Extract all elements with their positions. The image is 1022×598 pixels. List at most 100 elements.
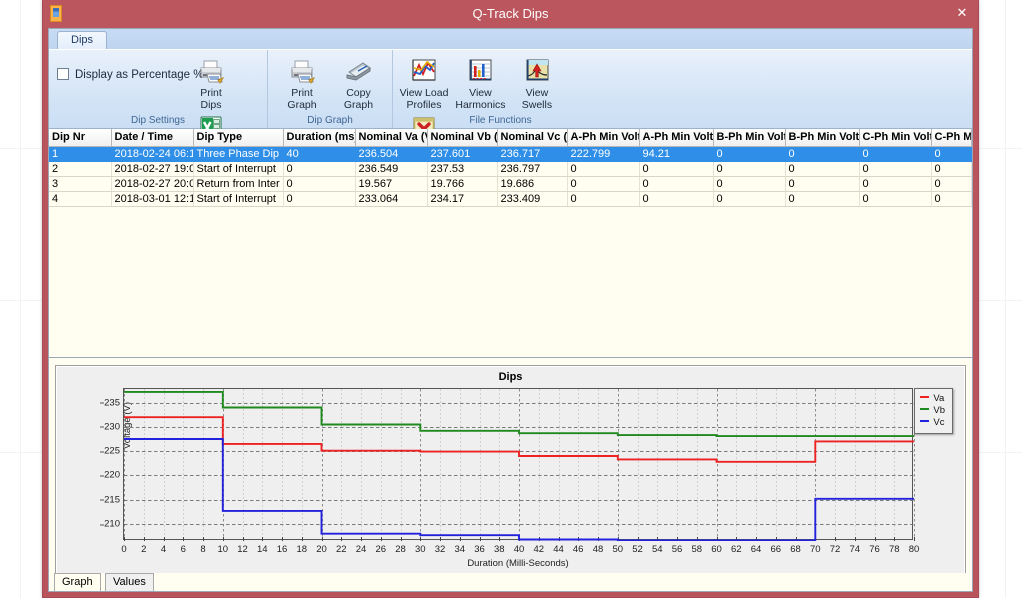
print-graph-line2: Graph — [276, 100, 328, 112]
col-nominal-va[interactable]: Nominal Va (V) — [355, 129, 427, 146]
cell: 0 — [283, 161, 355, 176]
view-load-profiles-line1: View Load — [398, 88, 450, 100]
cell: 0 — [785, 146, 859, 161]
col-date-time[interactable]: Date / Time — [111, 129, 193, 146]
legend-swatch-vb — [920, 408, 929, 410]
chart-x-tick: 2 — [141, 544, 146, 555]
chart-x-tick: 0 — [121, 544, 126, 555]
close-icon[interactable]: ✕ — [952, 4, 972, 22]
chart-y-tick: 235 — [104, 397, 120, 408]
table-row[interactable]: 2 2018-02-27 19:0 Start of Interrupt 0 2… — [49, 161, 972, 176]
group-label-file-functions: File Functions — [393, 115, 608, 126]
application-window: Q-Track Dips ✕ Dips Display as Percentag… — [42, 0, 979, 598]
col-c-ph-min-volt-1[interactable]: C-Ph Min Volt — [859, 129, 931, 146]
chart-x-tick: 52 — [632, 544, 643, 555]
legend-swatch-va — [920, 396, 929, 398]
chart-x-tick: 66 — [771, 544, 782, 555]
cell: 0 — [713, 146, 785, 161]
cell: 0 — [931, 191, 972, 206]
cell: 0 — [283, 176, 355, 191]
cell: 1 — [49, 146, 111, 161]
print-graph-button[interactable]: Print Graph — [276, 54, 328, 111]
chart-x-tick: 44 — [553, 544, 564, 555]
cell: 237.53 — [427, 161, 497, 176]
col-nominal-vb[interactable]: Nominal Vb (V — [427, 129, 497, 146]
chart-x-tick: 16 — [277, 544, 288, 555]
chart-y-tick: 210 — [104, 519, 120, 530]
chart-x-axis-label: Duration (Milli-Seconds) — [124, 558, 912, 569]
table-row[interactable]: 4 2018-03-01 12:1 Start of Interrupt 0 2… — [49, 191, 972, 206]
chart-x-tick: 76 — [869, 544, 880, 555]
chart-x-tick: 60 — [711, 544, 722, 555]
cell: 233.409 — [497, 191, 567, 206]
copy-graph-button[interactable]: Copy Graph — [332, 54, 384, 111]
view-load-profiles-button[interactable]: View Load Profiles — [398, 54, 450, 111]
display-as-percentage-checkbox[interactable] — [57, 68, 69, 80]
cell: 0 — [283, 191, 355, 206]
chart-x-tick: 40 — [514, 544, 525, 555]
col-dip-type[interactable]: Dip Type — [193, 129, 283, 146]
bottom-tabstrip: Graph Values — [49, 573, 972, 591]
ribbon-body: Display as Percentage % — [49, 49, 972, 128]
chart-title: Dips — [56, 371, 965, 383]
display-as-percentage-row[interactable]: Display as Percentage % — [57, 68, 203, 81]
chart-legend: Va Vb Vc — [914, 388, 953, 434]
col-c-ph-min-volt-2[interactable]: C-Ph Min Volt — [931, 129, 972, 146]
chart-x-tick: 34 — [455, 544, 466, 555]
col-a-ph-min-volt-2[interactable]: A-Ph Min Volt — [639, 129, 713, 146]
chart-x-tick: 46 — [573, 544, 584, 555]
legend-label-vc: Vc — [933, 417, 944, 428]
copy-graph-line1: Copy — [332, 88, 384, 100]
chart-x-tick: 74 — [850, 544, 861, 555]
legend-item-vc: Vc — [920, 417, 945, 429]
ribbon-tabstrip: Dips — [49, 29, 972, 49]
ribbon: Dips Display as Percentage % — [49, 29, 972, 129]
cell: Three Phase Dip — [193, 146, 283, 161]
cell: 19.686 — [497, 176, 567, 191]
cell: 0 — [859, 146, 931, 161]
cell: 0 — [931, 161, 972, 176]
cell: 0 — [859, 161, 931, 176]
chart-y-tick: 215 — [104, 494, 120, 505]
chart-x-tick: 22 — [336, 544, 347, 555]
chart-y-tick: 225 — [104, 446, 120, 457]
dips-table-container[interactable]: Dip Nr Date / Time Dip Type Duration (ms… — [49, 129, 972, 358]
col-duration[interactable]: Duration (ms) — [283, 129, 355, 146]
view-harmonics-button[interactable]: View Harmonics — [454, 54, 506, 111]
cell: Start of Interrupt — [193, 161, 283, 176]
chart-x-tick: 8 — [200, 544, 205, 555]
chart-x-tick: 4 — [161, 544, 166, 555]
col-b-ph-min-volt-2[interactable]: B-Ph Min Volt — [785, 129, 859, 146]
cell: 19.567 — [355, 176, 427, 191]
tab-graph[interactable]: Graph — [54, 573, 101, 591]
view-swells-button[interactable]: View Swells — [511, 54, 563, 111]
col-a-ph-min-volt-1[interactable]: A-Ph Min Volt — [567, 129, 639, 146]
print-dips-button[interactable]: Print Dips — [185, 54, 237, 111]
tab-dips[interactable]: Dips — [57, 31, 107, 49]
copy-graph-line2: Graph — [332, 100, 384, 112]
tab-values[interactable]: Values — [105, 573, 154, 591]
chart-series-layer — [124, 389, 914, 541]
col-b-ph-min-volt-1[interactable]: B-Ph Min Volt — [713, 129, 785, 146]
print-dips-line1: Print — [185, 88, 237, 100]
table-row[interactable]: 1 2018-02-24 06:1 Three Phase Dip 40 236… — [49, 146, 972, 161]
col-nominal-vc[interactable]: Nominal Vc (V — [497, 129, 567, 146]
chart-x-tick: 26 — [376, 544, 387, 555]
chart-x-tick: 20 — [316, 544, 327, 555]
view-swells-line1: View — [511, 88, 563, 100]
chart-x-tick: 28 — [395, 544, 406, 555]
cell: 40 — [283, 146, 355, 161]
col-dip-nr[interactable]: Dip Nr — [49, 129, 111, 146]
chart-x-tick: 32 — [435, 544, 446, 555]
scanner-icon — [343, 56, 373, 86]
cell: 237.601 — [427, 146, 497, 161]
desktop-background: Q-Track Dips ✕ Dips Display as Percentag… — [0, 0, 1022, 598]
dips-chart-panel: Dips Voltage (V) Duration (Milli-Seconds… — [55, 365, 966, 587]
window-title: Q-Track Dips — [43, 0, 978, 28]
cell: 233.064 — [355, 191, 427, 206]
chart-x-tick: 24 — [356, 544, 367, 555]
group-label-dip-settings: Dip Settings — [49, 115, 267, 126]
chart-x-tick: 50 — [613, 544, 624, 555]
table-row[interactable]: 3 2018-02-27 20:0 Return from Inter 0 19… — [49, 176, 972, 191]
cell: 0 — [931, 146, 972, 161]
